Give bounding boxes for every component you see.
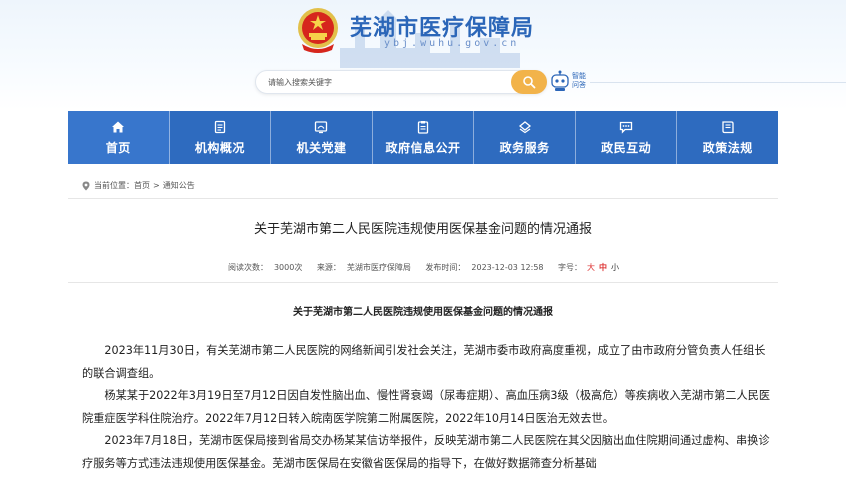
breadcrumb-separator: > bbox=[153, 181, 160, 190]
robot-icon[interactable] bbox=[550, 70, 570, 92]
book-icon bbox=[722, 120, 734, 133]
nav-item-party-building[interactable]: 机关党建 bbox=[271, 111, 373, 164]
breadcrumb-home-link[interactable]: 首页 bbox=[134, 180, 150, 191]
header-decoration-line bbox=[590, 82, 846, 83]
nav-item-gov-info[interactable]: 政府信息公开 bbox=[373, 111, 475, 164]
nav-item-home[interactable]: 首页 bbox=[68, 111, 170, 164]
nav-label: 机构概况 bbox=[194, 140, 245, 155]
views-info: 阅读次数： 3000次 bbox=[225, 263, 305, 272]
font-size-large-button[interactable]: 大 bbox=[587, 263, 595, 272]
date-label: 发布时间： bbox=[425, 263, 466, 272]
nav-item-policy[interactable]: 政策法规 bbox=[677, 111, 778, 164]
clipboard-icon bbox=[417, 120, 429, 134]
search-icon bbox=[523, 76, 536, 89]
nav-label: 政民互动 bbox=[601, 140, 652, 155]
search-box bbox=[255, 70, 547, 94]
nav-label: 政务服务 bbox=[499, 140, 550, 155]
source-value: 芜湖市医疗保障局 bbox=[346, 263, 411, 272]
chat-icon bbox=[620, 121, 633, 134]
search-input[interactable] bbox=[268, 74, 508, 90]
font-size-medium-button[interactable]: 中 bbox=[599, 263, 607, 272]
location-pin-icon bbox=[82, 181, 90, 190]
article-paragraph: 2023年11月30日，有关芜湖市第二人民医院的网络新闻引发社会关注，芜湖市委市… bbox=[82, 344, 766, 380]
nav-label: 政府信息公开 bbox=[385, 140, 461, 155]
article-body-title: 关于芜湖市第二人民医院违规使用医保基金问题的情况通报 bbox=[293, 307, 553, 318]
article-title: 关于芜湖市第二人民医院违规使用医保基金问题的情况通报 bbox=[253, 222, 592, 237]
national-emblem-icon bbox=[298, 8, 338, 53]
meta-divider bbox=[68, 282, 778, 283]
font-size-small-button[interactable]: 小 bbox=[611, 263, 619, 272]
nav-label: 政策法规 bbox=[702, 140, 753, 155]
article-paragraph: 杨某某于2022年3月19日至7月12日因自发性脑出血、慢性肾衰竭（尿毒症期）、… bbox=[82, 389, 771, 425]
site-url: ybj.wuhu.gov.cn bbox=[384, 38, 520, 49]
article-paragraph: 2023年7月18日，芜湖市医保局接到省局交办杨某某信访举报件，反映芜湖市第二人… bbox=[82, 434, 770, 470]
breadcrumb: 当前位置： 首页 > 通知公告 bbox=[82, 180, 195, 191]
nav-item-gov-service[interactable]: 政务服务 bbox=[474, 111, 576, 164]
breadcrumb-current-link[interactable]: 通知公告 bbox=[163, 180, 195, 191]
date-info: 发布时间： 2023-12-03 12:58 bbox=[422, 263, 546, 272]
robot-label[interactable]: 智能问答 bbox=[572, 72, 592, 90]
breadcrumb-prefix: 当前位置： bbox=[94, 181, 134, 190]
source-info: 来源： 芜湖市医疗保障局 bbox=[314, 263, 414, 272]
views-label: 阅读次数： bbox=[227, 263, 268, 272]
article-body: 2023年11月30日，有关芜湖市第二人民医院的网络新闻引发社会关注，芜湖市委市… bbox=[82, 340, 772, 475]
views-count: 3000次 bbox=[273, 263, 303, 272]
nav-label: 首页 bbox=[105, 140, 131, 155]
party-icon bbox=[315, 120, 328, 133]
search-button[interactable] bbox=[511, 70, 547, 94]
breadcrumb-divider bbox=[68, 198, 778, 199]
site-header: 芜湖市医疗保障局 ybj.wuhu.gov.cn 智能问答 bbox=[0, 0, 846, 110]
article-meta: 阅读次数： 3000次 来源： 芜湖市医疗保障局 发布时间： 2023-12-03 1… bbox=[0, 262, 846, 273]
nav-item-org-overview[interactable]: 机构概况 bbox=[170, 111, 272, 164]
source-label: 来源： bbox=[316, 263, 341, 272]
nav-label: 机关党建 bbox=[296, 140, 347, 155]
nav-item-interaction[interactable]: 政民互动 bbox=[576, 111, 678, 164]
main-nav: 首页 机构概况 机关党建 政府信息公开 政务服务 政民互动 政策法规 bbox=[68, 111, 778, 164]
home-icon bbox=[112, 121, 125, 132]
service-icon bbox=[518, 120, 531, 133]
font-size-label: 字号： bbox=[558, 263, 583, 272]
document-icon bbox=[214, 120, 226, 133]
font-size-control: 字号： 大中小 bbox=[555, 263, 621, 272]
date-value: 2023-12-03 12:58 bbox=[471, 263, 544, 272]
